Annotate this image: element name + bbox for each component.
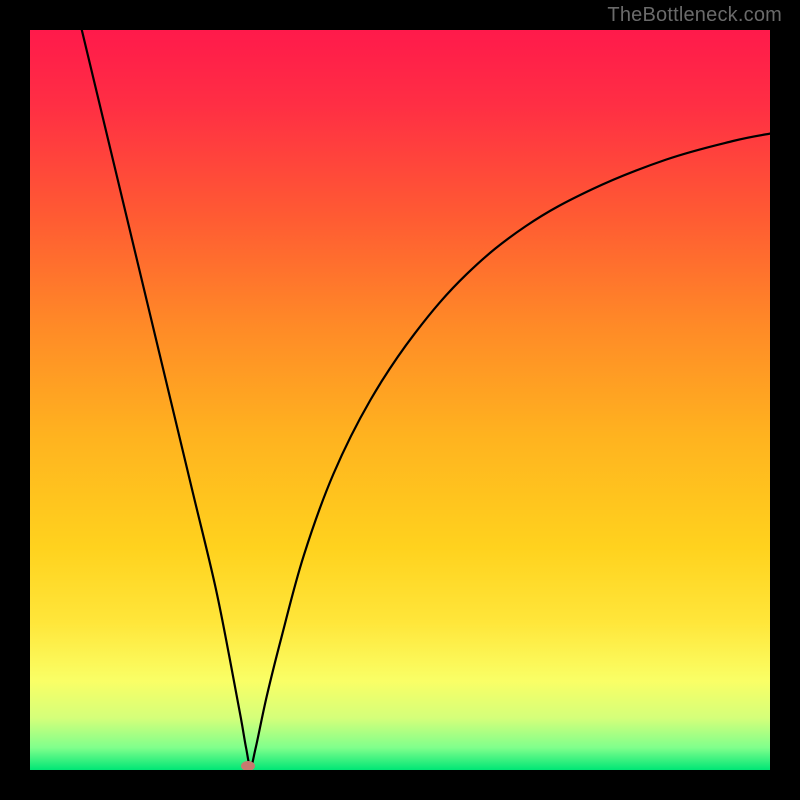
plot-area	[30, 30, 770, 770]
chart-frame: TheBottleneck.com	[0, 0, 800, 800]
minimum-marker	[241, 761, 255, 770]
watermark-text: TheBottleneck.com	[607, 4, 782, 27]
bottleneck-curve	[30, 30, 770, 770]
